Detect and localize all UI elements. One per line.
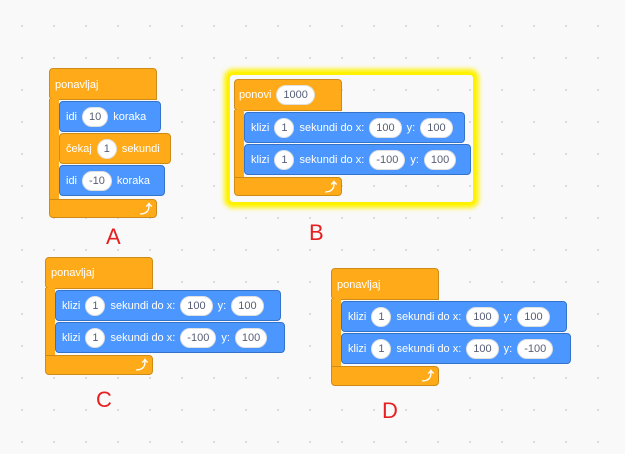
move-steps-block[interactable]: idi -10 koraka [59,165,165,196]
block-text: y: [406,121,416,134]
glide-to-xy-block[interactable]: klizi 1 sekundi do x: 100 y: 100 [244,112,465,143]
repeat-block-top[interactable]: ponovi 1000 [234,79,342,111]
block-text: klizi [251,121,270,134]
y-input[interactable]: 100 [517,306,550,327]
seconds-input[interactable]: 1 [274,117,295,138]
block-text: koraka [116,174,150,187]
wait-seconds-block[interactable]: čekaj 1 sekundi [59,133,171,164]
block-text: sekundi do x: [396,310,462,323]
loop-label: ponavljaj [51,267,95,279]
loop-arrow-icon: ⤴ [325,180,338,194]
y-input[interactable]: -100 [517,338,554,359]
block-text: sekundi do x: [110,331,176,344]
repeat-forever-block-bottom[interactable]: ⤴ [331,366,439,386]
loop-arrow-icon: ⤴ [136,358,149,372]
seconds-input[interactable]: 1 [274,149,295,170]
steps-input[interactable]: -10 [82,170,112,191]
y-input[interactable]: 100 [231,295,264,316]
x-input[interactable]: -100 [180,327,217,348]
seconds-input[interactable]: 1 [96,138,117,159]
block-text: koraka [113,110,147,123]
block-text: y: [221,331,230,344]
seconds-input[interactable]: 1 [371,306,392,327]
block-text: čekaj [66,142,92,155]
x-input[interactable]: 100 [466,338,499,359]
block-text: sekundi do x: [299,121,365,134]
repeat-forever-block-top[interactable]: ponavljaj [49,68,157,100]
move-steps-block[interactable]: idi 10 koraka [59,101,161,132]
repeat-forever-block-arm[interactable] [331,299,341,367]
block-text: y: [217,299,227,312]
repeat-forever-block-top[interactable]: ponavljaj [45,257,153,289]
block-text: y: [410,153,419,166]
steps-input[interactable]: 10 [82,106,109,127]
seconds-input[interactable]: 1 [85,295,106,316]
y-input[interactable]: 100 [234,327,268,348]
loop-label: ponavljaj [337,279,381,291]
block-text: y: [503,342,513,355]
script-letter: D [382,398,398,423]
block-text: sekundi [121,142,160,155]
loop-arrow-icon: ⤴ [422,369,435,383]
seconds-input[interactable]: 1 [371,338,392,359]
seconds-input[interactable]: 1 [85,327,106,348]
y-input[interactable]: 100 [423,149,457,170]
repeat-block-arm[interactable] [234,110,244,178]
block-text: klizi [62,299,81,312]
glide-to-xy-block[interactable]: klizi 1 sekundi do x: 100 y: 100 [55,290,281,321]
glide-to-xy-block[interactable]: klizi 1 sekundi do x: -100 y: 100 [244,144,471,175]
x-input[interactable]: -100 [369,149,406,170]
y-input[interactable]: 100 [420,117,453,138]
glide-to-xy-block[interactable]: klizi 1 sekundi do x: 100 y: 100 [341,301,567,332]
loop-arrow-icon: ⤴ [140,202,153,216]
x-input[interactable]: 100 [466,306,499,327]
glide-to-xy-block[interactable]: klizi 1 sekundi do x: 100 y: -100 [341,333,571,364]
block-text: sekundi do x: [299,153,365,166]
repeat-forever-block-arm[interactable] [49,99,59,200]
block-text: klizi [251,153,270,166]
loop-label: ponovi [239,89,272,101]
block-text: idi [66,174,78,187]
script-letter: B [309,220,324,245]
repeat-forever-block-top[interactable]: ponavljaj [331,268,439,300]
block-text: y: [503,310,513,323]
block-text: idi [66,110,78,123]
block-text: sekundi do x: [396,342,462,355]
block-text: klizi [348,342,367,355]
repeat-block-bottom[interactable]: ⤴ [234,177,342,196]
block-text: sekundi do x: [110,299,176,312]
repeat-forever-block-arm[interactable] [45,288,55,356]
repeat-count-input[interactable]: 1000 [276,85,315,105]
x-input[interactable]: 100 [369,117,402,138]
repeat-forever-block-bottom[interactable]: ⤴ [45,355,153,375]
loop-label: ponavljaj [55,79,99,91]
repeat-forever-block-bottom[interactable]: ⤴ [49,199,157,218]
glide-to-xy-block[interactable]: klizi 1 sekundi do x: -100 y: 100 [55,322,285,353]
x-input[interactable]: 100 [180,295,213,316]
script-letter: C [96,387,112,412]
block-text: klizi [348,310,367,323]
script-letter: A [106,224,121,249]
block-text: klizi [62,331,81,344]
